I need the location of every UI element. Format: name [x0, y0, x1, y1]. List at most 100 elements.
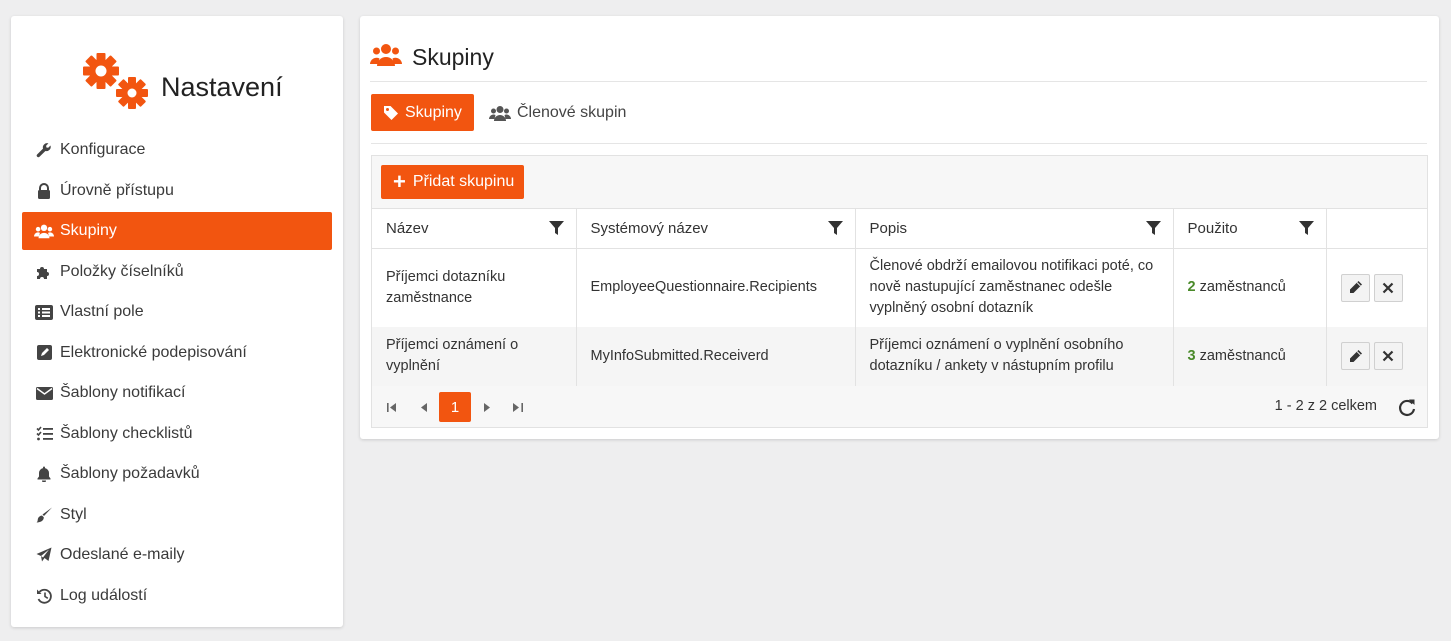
sidebar-item-vlastni-pole[interactable]: Vlastní pole [22, 293, 332, 331]
sidebar-item-log-udalosti[interactable]: Log událostí [22, 577, 332, 615]
sidebar-item-label: Šablony notifikací [60, 384, 186, 401]
tab-label: Členové skupin [517, 103, 627, 121]
list-icon [34, 303, 54, 321]
signature-icon [34, 344, 54, 362]
sidebar-item-label: Šablony požadavků [60, 465, 200, 482]
next-page-icon [483, 402, 490, 412]
sidebar-item-elektronicke-podepisovani[interactable]: Elektronické podepisování [22, 334, 332, 372]
sidebar-item-sablony-notifikaci[interactable]: Šablony notifikací [22, 374, 332, 412]
bell-icon [34, 465, 54, 483]
lock-icon [34, 182, 54, 200]
envelope-icon [34, 384, 54, 402]
last-page-button[interactable] [502, 392, 534, 422]
sidebar-item-odeslane-emaily[interactable]: Odeslané e-maily [22, 536, 332, 574]
delete-button[interactable] [1373, 273, 1403, 302]
next-page-button[interactable] [471, 392, 503, 422]
sidebar-item-polozky-ciselniku[interactable]: Položky číselníků [22, 253, 332, 291]
groups-grid: + Přidat skupinu Název Systémový název P… [371, 155, 1428, 428]
sidebar-item-styl[interactable]: Styl [22, 496, 332, 534]
column-label: Název [386, 219, 429, 237]
users-icon [370, 44, 402, 66]
cell-description: Příjemci oznámení o vyplnění osobního do… [855, 327, 1174, 387]
cell-used: 2 zaměstnanců [1173, 248, 1327, 327]
tab-skupiny[interactable]: Skupiny [371, 94, 474, 131]
edit-button[interactable] [1340, 273, 1370, 302]
sidebar-item-urovne-pristupu[interactable]: Úrovně přístupu [22, 172, 332, 210]
sidebar-item-sablony-pozadavku[interactable]: Šablony požadavků [22, 455, 332, 493]
last-page-icon [513, 402, 523, 412]
sidebar-item-label: Skupiny [60, 222, 117, 239]
used-suffix: zaměstnanců [1195, 347, 1286, 364]
settings-sidebar: Nastavení Konfigurace Úrovně přístupu Sk… [11, 16, 343, 627]
first-page-button[interactable] [376, 392, 408, 422]
sidebar-item-label: Položky číselníků [60, 262, 184, 280]
users-icon [34, 222, 54, 240]
cell-actions [1326, 327, 1427, 387]
sidebar-item-skupiny[interactable]: Skupiny [22, 212, 332, 250]
sidebar-item-label: Elektronické podepisování [60, 343, 247, 361]
column-label: Popis [869, 219, 908, 237]
table-row[interactable]: Příjemci dotazníku zaměstnance EmployeeQ… [372, 248, 1427, 327]
tab-label: Skupiny [405, 103, 462, 121]
close-icon [1382, 282, 1394, 294]
column-label: Použito [1187, 219, 1238, 237]
wrench-icon [34, 141, 54, 159]
plus-icon: + [393, 169, 406, 194]
delete-button[interactable] [1373, 342, 1403, 371]
add-group-button[interactable]: + Přidat skupinu [381, 165, 524, 199]
first-page-icon [387, 402, 396, 412]
edit-button[interactable] [1340, 342, 1370, 371]
table-row[interactable]: Příjemci oznámení o vyplnění MyInfoSubmi… [372, 327, 1427, 387]
cell-system-name: MyInfoSubmitted.Receiverd [576, 327, 856, 387]
sidebar-item-label: Šablony checklistů [60, 424, 193, 442]
close-icon [1382, 350, 1394, 362]
tag-icon [383, 105, 399, 121]
page-header: Skupiny [370, 40, 1427, 82]
gears-icon [83, 53, 148, 109]
used-count: 3 [1187, 347, 1196, 364]
column-header-pouzito[interactable]: Použito [1173, 209, 1327, 249]
sidebar-item-label: Odeslané e-maily [60, 546, 185, 563]
cell-name: Příjemci oznámení o vyplnění [372, 327, 577, 387]
checklist-icon [34, 425, 54, 443]
pager: 1 1 - 2 z 2 celkem [372, 386, 1427, 427]
sidebar-item-label: Styl [60, 505, 87, 523]
column-header-systemovy-nazev[interactable]: Systémový název [576, 209, 856, 249]
pencil-icon [1349, 281, 1362, 294]
column-header-actions [1326, 209, 1427, 249]
sidebar-item-sablony-checklistu[interactable]: Šablony checklistů [22, 415, 332, 453]
grid-toolbar: + Přidat skupinu [372, 156, 1427, 209]
column-label: Systémový název [590, 219, 709, 237]
users-icon [489, 105, 511, 121]
tab-clenove-skupin[interactable]: Členové skupin [477, 94, 638, 131]
cell-system-name: EmployeeQuestionnaire.Recipients [576, 248, 856, 327]
cell-name: Příjemci dotazníku zaměstnance [372, 248, 577, 327]
groups-table: Název Systémový název Popis Použito Příj… [372, 209, 1427, 387]
used-suffix: zaměstnanců [1195, 279, 1286, 296]
used-count: 2 [1187, 279, 1196, 296]
brand: Nastavení [71, 46, 331, 126]
column-header-popis[interactable]: Popis [855, 209, 1174, 249]
puzzle-icon [34, 263, 54, 281]
cell-actions [1326, 248, 1427, 327]
paper-plane-icon [34, 546, 54, 564]
main-panel: Skupiny Skupiny Členové skupin + Přidat … [360, 16, 1439, 439]
filter-icon[interactable] [548, 221, 564, 236]
prev-page-button[interactable] [407, 392, 439, 422]
row-actions [1340, 273, 1414, 302]
filter-icon[interactable] [827, 221, 843, 236]
sidebar-item-konfigurace[interactable]: Konfigurace [22, 131, 332, 169]
sidebar-item-label: Úrovně přístupu [60, 181, 174, 199]
prev-page-icon [420, 402, 427, 412]
sidebar-item-label: Log událostí [60, 586, 148, 604]
column-header-nazev[interactable]: Název [372, 209, 577, 249]
refresh-icon[interactable] [1397, 397, 1417, 417]
add-group-label: Přidat skupinu [412, 173, 515, 190]
cell-used: 3 zaměstnanců [1173, 327, 1327, 387]
settings-menu: Konfigurace Úrovně přístupu Skupiny Polo… [22, 131, 332, 617]
filter-icon[interactable] [1145, 221, 1161, 236]
history-icon [34, 587, 54, 605]
filter-icon[interactable] [1298, 221, 1314, 236]
page-button-current[interactable]: 1 [439, 392, 471, 422]
row-actions [1340, 342, 1414, 371]
